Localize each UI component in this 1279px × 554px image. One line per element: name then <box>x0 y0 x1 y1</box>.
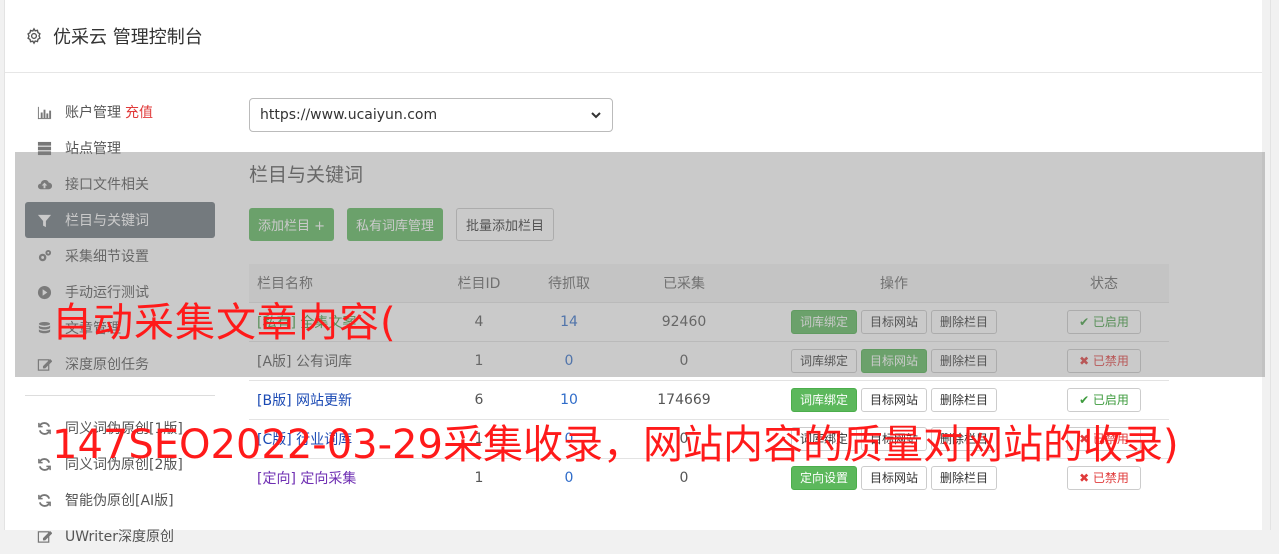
sidebar-item-ai-rewrite[interactable]: 智能伪原创[AI版] <box>25 482 215 518</box>
recharge-link[interactable]: 充值 <box>125 102 153 122</box>
column-name-link[interactable]: [定向] 定向采集 <box>257 471 356 487</box>
row-actions: 词库绑定 目标网站 删除栏目 <box>749 387 1039 412</box>
site-select-value: https://www.ucaiyun.com <box>260 107 438 123</box>
gear-icon <box>27 27 41 45</box>
caption-line-1: 自动采集文章内容( <box>52 300 397 346</box>
bar-chart-icon <box>36 104 52 120</box>
app-title: 优采云 管理控制台 <box>53 27 203 48</box>
refresh-icon <box>36 456 52 472</box>
sidebar-divider <box>25 395 215 396</box>
top-bar: 优采云 管理控制台 <box>5 0 1270 73</box>
main-content: https://www.ucaiyun.com 栏目与关键词 添加栏目 + 私有… <box>249 98 1169 497</box>
chevron-down-icon <box>591 112 601 119</box>
sidebar-item-account[interactable]: 账户管理 充值 <box>25 94 215 130</box>
status-toggle[interactable]: ✔ 已启用 <box>1067 387 1141 412</box>
sidebar-item-label: 账户管理 <box>65 105 121 121</box>
delete-column-button[interactable]: 删除栏目 <box>931 387 998 412</box>
edit-icon <box>36 528 52 544</box>
column-name-link[interactable]: [B版] 网站更新 <box>257 393 352 409</box>
sidebar-item-label: 智能伪原创[AI版] <box>65 493 174 509</box>
sidebar-item-label: UWriter深度原创 <box>65 529 174 545</box>
refresh-icon <box>36 420 52 436</box>
bind-lexicon-button[interactable]: 词库绑定 <box>790 387 857 412</box>
sidebar-item-uwriter[interactable]: UWriter深度原创 <box>25 518 215 554</box>
target-site-button[interactable]: 目标网站 <box>860 387 927 412</box>
site-select[interactable]: https://www.ucaiyun.com <box>249 98 613 132</box>
caption-line-2: 147SEO2022-03-29采集收录，网站内容的质量对网站的收录) <box>52 422 1179 468</box>
refresh-icon <box>36 492 52 508</box>
